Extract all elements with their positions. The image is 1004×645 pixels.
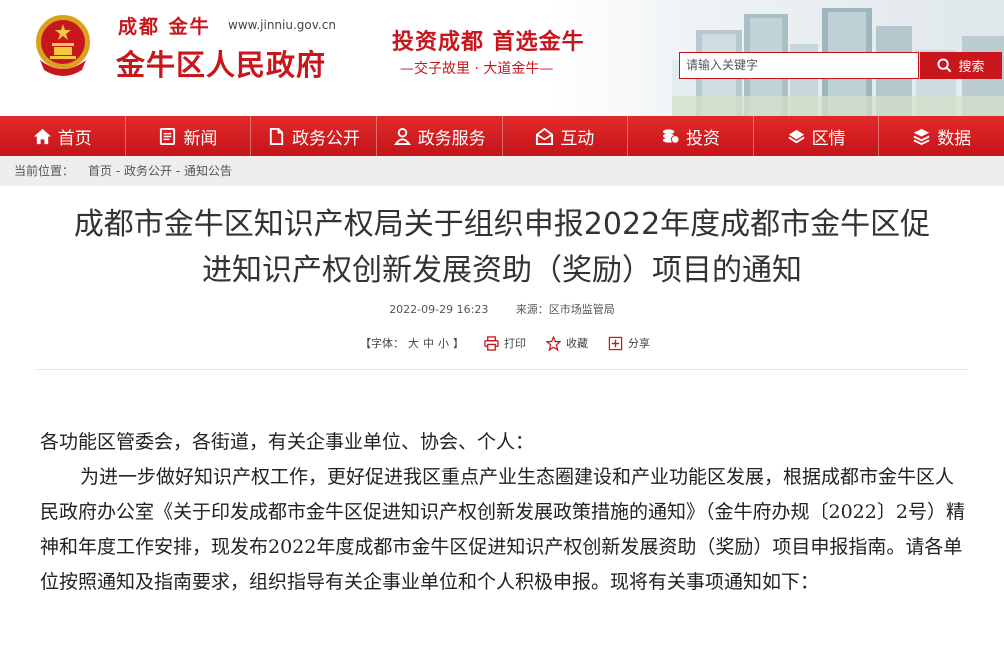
nav-item-gov-service[interactable]: 政务服务: [377, 116, 503, 156]
printer-icon: [484, 335, 499, 351]
share-label: 分享: [628, 337, 650, 350]
font-size-end: 】: [453, 337, 464, 350]
nav-label: 区情: [811, 128, 846, 149]
document-icon: [269, 127, 284, 145]
font-size-large[interactable]: 大: [408, 335, 419, 351]
font-size-label: 【字体：: [360, 337, 404, 350]
stack-icon: [913, 128, 930, 145]
breadcrumb-notice-link[interactable]: 通知公告: [184, 164, 232, 178]
main-nav: 首页 新闻 政务公开 政务服务 互动 投资 区情 数据: [0, 116, 1004, 156]
nav-label: 数据: [937, 128, 972, 149]
breadcrumb: 当前位置： 首页 - 政务公开 - 通知公告: [0, 156, 1004, 186]
search-input[interactable]: 请输入关键字: [679, 52, 919, 79]
site-short-name: 成都 金牛: [118, 16, 211, 38]
font-size-small[interactable]: 小: [438, 335, 449, 351]
home-icon: [33, 128, 51, 144]
breadcrumb-gov-open-link[interactable]: 政务公开: [124, 164, 172, 178]
search-button[interactable]: 搜索: [920, 52, 1002, 79]
breadcrumb-path: 首页 - 政务公开 - 通知公告: [88, 156, 232, 186]
slogan-sub: —交子故里 · 大道金牛—: [400, 61, 554, 77]
article-paragraph: 为进一步做好知识产权工作，更好促进我区重点产业生态圈建设和产业功能区发展，根据成…: [40, 466, 965, 593]
print-label: 打印: [504, 337, 526, 350]
search-icon: [937, 58, 952, 73]
nav-label: 首页: [57, 128, 92, 149]
search-button-label: 搜索: [958, 60, 985, 75]
site-header: 成都 金牛 www.jinniu.gov.cn 金牛区人民政府 投资成都 首选金…: [0, 0, 1004, 116]
coins-icon: [662, 128, 680, 144]
layers-icon: [787, 129, 805, 143]
article-title-line: 进知识产权创新发展资助（奖励）项目的通知: [202, 253, 802, 288]
star-icon: [546, 335, 561, 351]
favorite-button[interactable]: 收藏: [546, 335, 588, 351]
nav-label: 投资: [685, 128, 720, 149]
breadcrumb-separator: -: [172, 164, 184, 178]
site-url: www.jinniu.gov.cn: [228, 18, 336, 32]
share-button[interactable]: 分享: [608, 335, 650, 351]
nav-item-gov-open[interactable]: 政务公开: [251, 116, 377, 156]
nav-item-interact[interactable]: 互动: [503, 116, 629, 156]
article-title: 成都市金牛区知识产权局关于组织申报2022年度成都市金牛区促 进知识产权创新发展…: [40, 202, 964, 294]
nav-item-home[interactable]: 首页: [0, 116, 126, 156]
article-title-line: 成都市金牛区知识产权局关于组织申报2022年度成都市金牛区促: [73, 207, 931, 242]
nav-item-news[interactable]: 新闻: [126, 116, 252, 156]
breadcrumb-separator: -: [112, 164, 124, 178]
breadcrumb-label: 当前位置：: [14, 164, 75, 178]
article-date: 2022-09-29 16:23: [389, 303, 489, 316]
article-body: 各功能区管委会，各街道，有关企事业单位、协会、个人： 为进一步做好知识产权工作，…: [40, 425, 970, 600]
favorite-label: 收藏: [566, 337, 588, 350]
slogan-main: 投资成都 首选金牛: [392, 29, 585, 55]
share-icon: [608, 336, 623, 350]
nav-item-data[interactable]: 数据: [879, 116, 1004, 156]
nav-label: 新闻: [183, 128, 218, 149]
nav-item-invest[interactable]: 投资: [628, 116, 754, 156]
article-source: 来源：区市场监管局: [515, 303, 615, 316]
article-tools: 【字体： 大 中 小 】 打印 收藏 分享: [360, 335, 650, 351]
font-size-medium[interactable]: 中: [423, 335, 434, 351]
news-icon: [160, 127, 176, 145]
national-emblem-icon: [36, 15, 90, 76]
nav-item-district[interactable]: 区情: [754, 116, 880, 156]
mail-icon: [536, 127, 554, 145]
nav-label: 互动: [560, 128, 595, 149]
nav-label: 政务公开: [292, 128, 361, 149]
divider: [36, 369, 968, 370]
service-icon: [393, 127, 411, 145]
print-button[interactable]: 打印: [484, 335, 526, 351]
site-title[interactable]: 金牛区人民政府: [116, 42, 326, 84]
article-greeting: 各功能区管委会，各街道，有关企事业单位、协会、个人：: [40, 431, 535, 453]
nav-label: 政务服务: [417, 128, 486, 149]
article-meta: 2022-09-29 16:23 来源：区市场监管局: [0, 301, 1004, 317]
breadcrumb-home-link[interactable]: 首页: [88, 164, 112, 178]
